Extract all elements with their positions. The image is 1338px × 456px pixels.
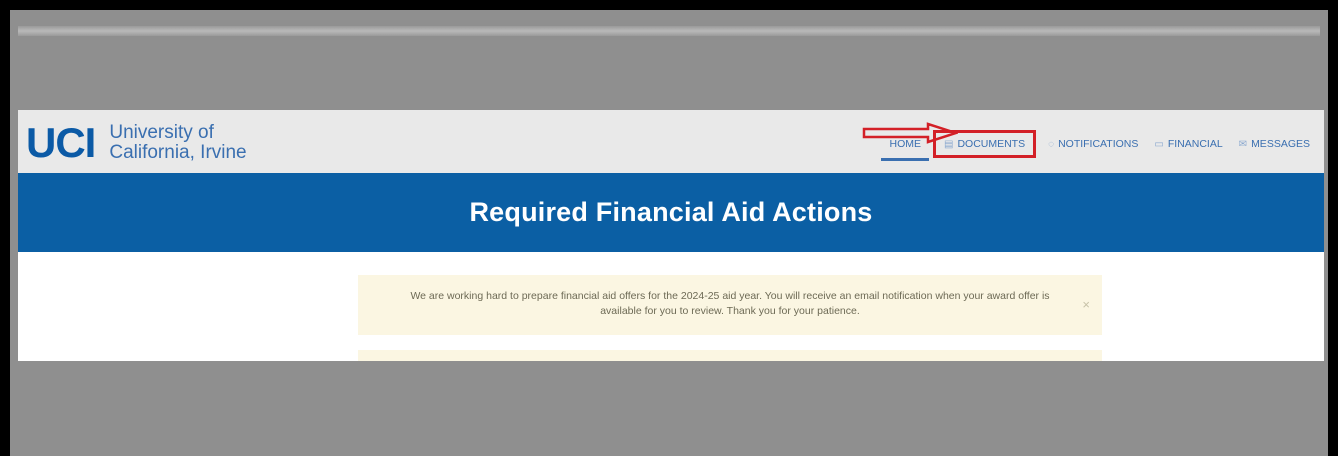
envelope-icon: ✉ [1238, 138, 1248, 150]
document-icon: ▤ [943, 138, 954, 150]
page-title: Required Financial Aid Actions [469, 197, 873, 227]
top-nav: HOME ▤ DOCUMENTS ◌ NOTIFICATIONS ▭ FINAN… [881, 130, 1318, 161]
logo-line-2: California, Irvine [109, 142, 247, 163]
nav-messages-label: MESSAGES [1251, 138, 1310, 150]
page-banner: Required Financial Aid Actions [18, 173, 1324, 252]
browser-top-strip [18, 26, 1320, 36]
nav-documents-label: DOCUMENTS [957, 138, 1026, 150]
site-header: UCI University of California, Irvine HOM… [18, 110, 1324, 173]
nav-home[interactable]: HOME [881, 135, 929, 161]
nav-financial-label: FINANCIAL [1167, 138, 1223, 150]
uci-logo[interactable]: UCI University of California, Irvine [26, 122, 247, 164]
close-icon[interactable]: × [1082, 297, 1090, 312]
bell-icon: ◌ [1048, 138, 1055, 150]
nav-documents[interactable]: ▤ DOCUMENTS [932, 130, 1037, 158]
web-page: UCI University of California, Irvine HOM… [18, 110, 1324, 361]
money-icon: ▭ [1154, 138, 1164, 150]
logo-line-1: University of [109, 122, 214, 143]
nav-notifications[interactable]: ◌ NOTIFICATIONS [1040, 135, 1146, 153]
logo-text: University of California, Irvine [109, 123, 246, 163]
nav-home-label: HOME [889, 138, 921, 150]
screenshot-frame: UCI University of California, Irvine HOM… [10, 10, 1328, 456]
info-alert: We are working hard to prepare financial… [358, 275, 1102, 335]
alert-text: We are working hard to prepare financial… [410, 290, 1050, 317]
nav-financial[interactable]: ▭ FINANCIAL [1146, 135, 1230, 153]
nav-notifications-label: NOTIFICATIONS [1058, 138, 1139, 150]
logo-mark: UCI [26, 119, 96, 166]
second-alert [358, 350, 1102, 361]
nav-messages[interactable]: ✉ MESSAGES [1231, 135, 1318, 153]
